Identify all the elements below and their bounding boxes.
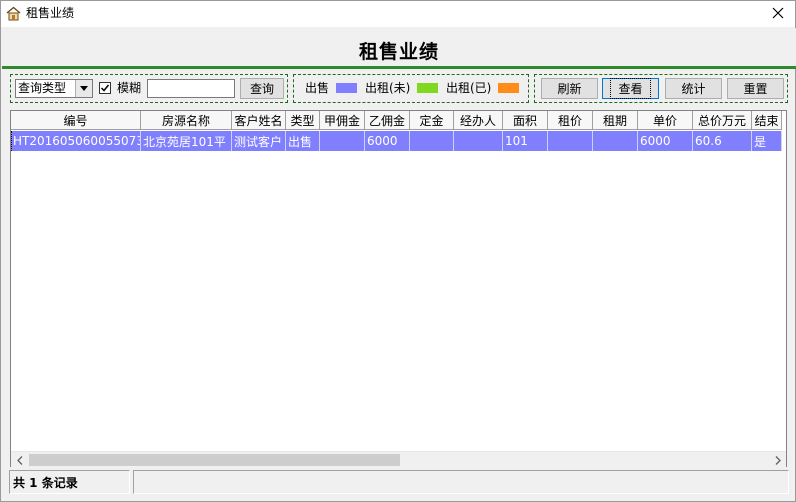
query-button[interactable]: 查询 <box>240 78 284 99</box>
legend-swatch-rent-pending <box>417 83 438 93</box>
reset-button-label: 重置 <box>743 82 768 96</box>
legend-swatch-rent-done <box>498 83 519 93</box>
horizontal-scrollbar[interactable] <box>11 451 786 467</box>
col-header[interactable]: 面积 <box>503 111 548 130</box>
legend-label-rent-done: 出租(已) <box>446 81 492 95</box>
cell-commission-a <box>320 131 365 151</box>
page-title: 租售业绩 <box>358 41 439 63</box>
search-input[interactable] <box>147 79 235 98</box>
window-title: 租售业绩 <box>26 6 75 20</box>
cell-customer-name: 测试客户 <box>232 131 286 151</box>
header-band: 租售业绩 <box>2 28 796 69</box>
stats-button[interactable]: 统计 <box>665 78 722 99</box>
scroll-right-icon[interactable] <box>769 452 786 468</box>
legend-label-rent-pending: 出租(未) <box>365 81 411 95</box>
fuzzy-checkbox[interactable] <box>99 82 111 94</box>
house-icon <box>6 6 21 21</box>
col-header[interactable]: 客户姓名 <box>232 111 286 130</box>
reset-button[interactable]: 重置 <box>727 78 784 99</box>
cell-contract-no: HT20160506005507333 <box>11 131 141 151</box>
col-header[interactable]: 租期 <box>593 111 638 130</box>
query-button-label: 查询 <box>249 82 274 96</box>
cell-area: 101 <box>503 131 548 151</box>
cell-commission-b: 6000 <box>365 131 410 151</box>
scrollbar-thumb[interactable] <box>29 454 400 466</box>
col-header[interactable]: 甲佣金 <box>320 111 365 130</box>
col-header[interactable]: 编号 <box>11 111 141 130</box>
fuzzy-label: 模糊 <box>117 81 142 95</box>
col-header[interactable]: 总价万元 <box>693 111 752 130</box>
col-header[interactable]: 经办人 <box>454 111 503 130</box>
record-count: 共 1 条记录 <box>9 470 130 494</box>
col-header[interactable]: 定金 <box>410 111 454 130</box>
records-table[interactable]: 编号 房源名称 客户姓名 类型 甲佣金 乙佣金 定金 经办人 面积 租价 租期 … <box>10 110 787 467</box>
cell-property-name: 北京苑居101平 <box>141 131 232 151</box>
main-window: 租售业绩 租售业绩 查询类型 模糊 查询 出售 出租(未) 出租(已) 刷新 查… <box>0 0 796 502</box>
title-bar: 租售业绩 <box>1 1 795 27</box>
view-button-label: 查看 <box>610 78 651 99</box>
cell-type: 出售 <box>286 131 320 151</box>
legend-swatch-sale <box>336 83 357 93</box>
refresh-button[interactable]: 刷新 <box>541 78 598 99</box>
col-header[interactable]: 类型 <box>286 111 320 130</box>
table-row[interactable]: HT20160506005507333 北京苑居101平 测试客户 出售 600… <box>11 131 782 151</box>
query-type-value: 查询类型 <box>18 81 67 95</box>
view-button[interactable]: 查看 <box>602 78 659 99</box>
cell-total-price: 60.6 <box>693 131 752 151</box>
cell-term <box>593 131 638 151</box>
cell-finished: 是 <box>752 131 782 151</box>
scroll-left-icon[interactable] <box>11 452 28 468</box>
legend-label-sale: 出售 <box>305 81 330 95</box>
chevron-down-icon[interactable] <box>75 80 92 97</box>
col-header[interactable]: 乙佣金 <box>365 111 410 130</box>
col-header[interactable]: 租价 <box>548 111 593 130</box>
cell-agent <box>454 131 503 151</box>
col-header[interactable]: 房源名称 <box>141 111 232 130</box>
status-bar: 共 1 条记录 <box>9 470 789 494</box>
row-focus-marker <box>11 131 12 151</box>
cell-rent <box>548 131 593 151</box>
cell-unit-price: 6000 <box>638 131 693 151</box>
close-icon <box>772 7 784 22</box>
query-type-select[interactable]: 查询类型 <box>15 79 93 98</box>
cell-deposit <box>410 131 454 151</box>
close-button[interactable] <box>761 1 795 27</box>
stats-button-label: 统计 <box>681 82 706 96</box>
col-header[interactable]: 单价 <box>638 111 693 130</box>
refresh-button-label: 刷新 <box>557 82 582 96</box>
table-header: 编号 房源名称 客户姓名 类型 甲佣金 乙佣金 定金 经办人 面积 租价 租期 … <box>11 111 782 130</box>
status-panel <box>133 470 789 494</box>
col-header[interactable]: 结束 <box>752 111 782 130</box>
